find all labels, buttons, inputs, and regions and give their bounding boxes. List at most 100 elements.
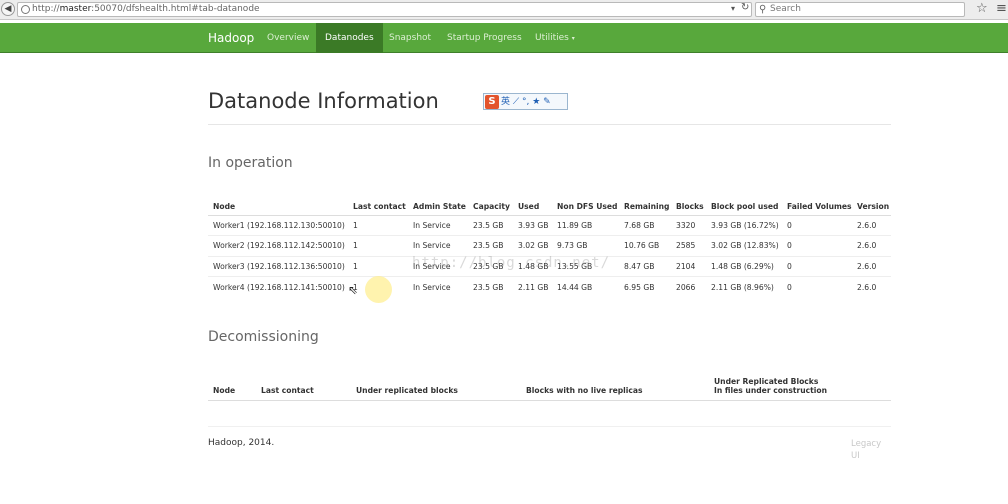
- search-icon: ⚲: [759, 4, 767, 15]
- table-header-row: Node Last contact Admin State Capacity Used N…: [208, 198, 891, 216]
- column-header-line: Last contact: [261, 385, 314, 395]
- brand-link[interactable]: Hadoop: [208, 23, 254, 53]
- column-header-line: Blocks with no live replicas: [526, 385, 643, 395]
- watermark: http://blog.csdn.net/: [412, 255, 611, 271]
- footer-text: Hadoop, 2014.: [208, 438, 275, 448]
- table-cell: 1.48 GB (6.29%): [706, 255, 782, 277]
- table-cell: 1: [348, 255, 408, 277]
- legacy-ui-link[interactable]: Legacy UI: [851, 438, 881, 462]
- menu-icon[interactable]: ≡: [996, 1, 1007, 16]
- nav-startup-progress[interactable]: Startup Progress: [438, 23, 531, 53]
- page-title: Datanode Information: [208, 89, 439, 113]
- datanode-table: Node Last contact Admin State Capacity Used N…: [208, 198, 891, 297]
- table-cell: Worker1 (192.168.112.130:50010): [208, 214, 348, 236]
- search-input[interactable]: ⚲ Search: [755, 2, 965, 17]
- url-rest: :50070/dfshealth.html#tab-datanode: [91, 4, 260, 14]
- mouse-cursor-icon: ⇖: [348, 283, 359, 297]
- table-cell: 2.11 GB: [513, 276, 552, 297]
- column-header: Last contact: [348, 198, 408, 216]
- table-cell: 23.5 GB: [468, 276, 513, 297]
- column-header-line: Under Replicated Blocks: [714, 376, 819, 386]
- browser-toolbar: ◀ http://master:50070/dfshealth.html#tab…: [0, 0, 1008, 20]
- divider: [208, 124, 891, 125]
- column-header: Node: [208, 372, 256, 401]
- table-cell: 3.02 GB: [513, 235, 552, 256]
- table-cell: 11.89 GB: [552, 214, 619, 236]
- table-cell: 2.6.0: [852, 235, 891, 256]
- top-navbar: Hadoop Overview Datanodes Snapshot Start…: [0, 23, 1008, 53]
- table-cell: 9.73 GB: [552, 235, 619, 256]
- cursor-highlight: [365, 276, 392, 303]
- url-dropdown-icon[interactable]: ▾: [731, 4, 735, 13]
- nav-snapshot[interactable]: Snapshot: [380, 23, 440, 53]
- column-header-line: Node: [213, 385, 236, 395]
- table-cell: Worker2 (192.168.112.142:50010): [208, 235, 348, 256]
- table-cell: 2066: [671, 276, 706, 297]
- bookmark-star-icon[interactable]: ☆: [976, 1, 988, 16]
- table-cell: 6.95 GB: [619, 276, 671, 297]
- table-cell: 10.76 GB: [619, 235, 671, 256]
- table-cell: 2585: [671, 235, 706, 256]
- table-cell: Worker4 (192.168.112.141:50010): [208, 276, 348, 297]
- ime-toolbar[interactable]: S英 ⟋ °, ★ ✎: [483, 93, 568, 110]
- column-header-line: Under replicated blocks: [356, 385, 458, 395]
- table-cell: 1: [348, 235, 408, 256]
- table-cell: In Service: [408, 276, 468, 297]
- section-decomissioning: Decomissioning: [208, 329, 319, 345]
- column-header: Block pool used: [706, 198, 782, 216]
- chevron-down-icon: ▾: [571, 35, 575, 42]
- table-cell: 0: [782, 255, 852, 277]
- ime-status: 英 ⟋ °, ★ ✎: [501, 97, 551, 107]
- back-arrow-icon[interactable]: ◀: [1, 2, 15, 16]
- search-placeholder: Search: [770, 4, 801, 14]
- column-header: Capacity: [468, 198, 513, 216]
- table-cell: 0: [782, 214, 852, 236]
- table-cell: 2.11 GB (8.96%): [706, 276, 782, 297]
- column-header: Admin State: [408, 198, 468, 216]
- table-row: Worker4 (192.168.112.141:50010) 1 In Servi…: [208, 276, 891, 297]
- ime-logo-icon: S: [485, 95, 499, 109]
- table-row: Worker1 (192.168.112.130:50010) 1 In Servi…: [208, 214, 891, 236]
- column-header-line: In files under construction: [714, 385, 827, 395]
- decom-table: Node Last contact Under replicated blocks B…: [208, 372, 891, 401]
- reload-icon[interactable]: ↻: [741, 2, 749, 13]
- table-cell: 8.47 GB: [619, 255, 671, 277]
- table-row: Worker2 (192.168.112.142:50010) 1 In Servi…: [208, 235, 891, 256]
- table-cell: 0: [782, 235, 852, 256]
- table-cell: 23.5 GB: [468, 214, 513, 236]
- table-cell: 2.6.0: [852, 214, 891, 236]
- column-header: Under Replicated Blocks In files under co…: [709, 372, 891, 401]
- table-cell: 3.93 GB: [513, 214, 552, 236]
- section-in-operation: In operation: [208, 155, 293, 171]
- table-cell: 7.68 GB: [619, 214, 671, 236]
- column-header: Used: [513, 198, 552, 216]
- table-cell: 1: [348, 214, 408, 236]
- globe-icon: [21, 5, 30, 14]
- table-cell: 0: [782, 276, 852, 297]
- column-header: Non DFS Used: [552, 198, 619, 216]
- nav-utilities-label: Utilities: [535, 33, 569, 43]
- divider: [208, 426, 891, 427]
- table-cell: In Service: [408, 214, 468, 236]
- column-header: Remaining: [619, 198, 671, 216]
- column-header: Failed Volumes: [782, 198, 852, 216]
- legacy-line-2: UI: [851, 451, 860, 461]
- table-cell: 3.93 GB (16.72%): [706, 214, 782, 236]
- url-field[interactable]: http://master:50070/dfshealth.html#tab-d…: [17, 2, 752, 17]
- table-cell: 23.5 GB: [468, 235, 513, 256]
- column-header: Blocks: [671, 198, 706, 216]
- nav-datanodes[interactable]: Datanodes: [316, 23, 383, 53]
- nav-overview[interactable]: Overview: [258, 23, 318, 53]
- table-cell: 3.02 GB (12.83%): [706, 235, 782, 256]
- table-cell: 3320: [671, 214, 706, 236]
- url-prefix: http://: [32, 4, 60, 14]
- legacy-line-1: Legacy: [851, 439, 882, 449]
- table-cell: In Service: [408, 235, 468, 256]
- table-cell: 2104: [671, 255, 706, 277]
- table-cell: Worker3 (192.168.112.136:50010): [208, 255, 348, 277]
- column-header: Blocks with no live replicas: [521, 372, 709, 401]
- column-header: Under replicated blocks: [351, 372, 521, 401]
- nav-utilities[interactable]: Utilities ▾: [526, 23, 584, 53]
- url-host: master: [59, 4, 92, 14]
- column-header: Node: [208, 198, 348, 216]
